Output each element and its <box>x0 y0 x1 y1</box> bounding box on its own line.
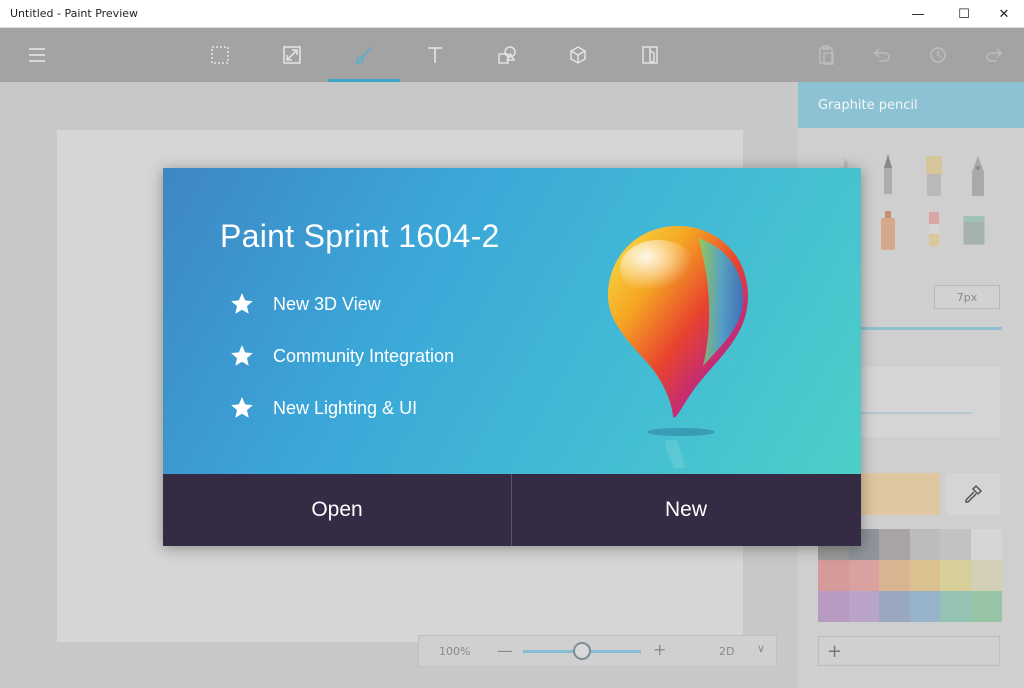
minimize-icon: — <box>911 6 925 22</box>
palette-swatch[interactable] <box>970 560 1002 591</box>
palette-swatch[interactable] <box>940 591 971 622</box>
add-icon: + <box>827 641 843 662</box>
brush-size-value: 7px <box>956 290 978 304</box>
feature-item: New Lighting & UI <box>229 394 417 422</box>
zoom-in-button[interactable]: + <box>653 640 666 659</box>
zoom-value: 100% <box>439 645 471 658</box>
title-bar: Untitled - Paint Preview — ☐ ✕ <box>0 0 1024 28</box>
crayon-brush-icon[interactable] <box>922 208 946 252</box>
add-color-button[interactable]: + <box>818 636 1000 666</box>
new-button[interactable]: New <box>512 474 860 546</box>
panel-title: Graphite pencil <box>818 98 918 113</box>
feature-item: New 3D View <box>229 290 381 318</box>
star-icon <box>231 397 253 418</box>
minimize-button[interactable]: — <box>895 0 941 28</box>
paint-logo-icon <box>608 226 748 468</box>
select-icon <box>211 46 229 64</box>
panel-header: Graphite pencil <box>798 82 1024 128</box>
star-icon <box>231 293 253 314</box>
brush-tool-button[interactable] <box>328 28 400 82</box>
3d-cube-icon <box>570 46 586 64</box>
undo-icon <box>873 48 890 62</box>
palette-swatch[interactable] <box>940 529 971 560</box>
feature-item: Community Integration <box>229 342 454 370</box>
view-mode-label[interactable]: 2D <box>719 645 734 658</box>
sticker-icon <box>642 46 658 64</box>
brush-icon <box>356 46 373 64</box>
pen-brush-icon[interactable] <box>966 154 990 198</box>
history-icon <box>930 47 946 63</box>
palette-swatch[interactable] <box>818 591 849 622</box>
star-icon <box>231 345 253 366</box>
pencil-brush-icon[interactable] <box>876 152 900 196</box>
eyedropper-button[interactable] <box>946 473 1000 515</box>
palette-swatch[interactable] <box>848 591 880 622</box>
dialog-title: Paint Sprint 1604-2 <box>220 218 500 254</box>
zoom-bar: 100% — + 2D ∨ <box>418 635 777 667</box>
fill-bucket-icon[interactable] <box>962 206 986 250</box>
palette-swatch[interactable] <box>909 529 941 560</box>
welcome-dialog: Paint Sprint 1604-2 New 3D View Communit… <box>163 168 861 546</box>
crop-icon <box>283 46 301 64</box>
brush-size-field[interactable]: 7px <box>934 285 1000 309</box>
feature-label: New 3D View <box>273 293 381 314</box>
shapes-icon <box>498 46 516 64</box>
close-icon: ✕ <box>998 6 1010 22</box>
zoom-out-button[interactable]: — <box>497 641 513 660</box>
palette-swatch[interactable] <box>879 591 910 622</box>
opacity-slider[interactable] <box>854 412 972 414</box>
palette-swatch[interactable] <box>879 529 910 560</box>
calligraphy-brush-icon[interactable] <box>922 154 946 198</box>
text-tool-button[interactable] <box>399 28 471 82</box>
text-icon <box>428 47 442 63</box>
menu-button[interactable] <box>1 28 73 82</box>
paste-icon <box>819 45 834 65</box>
palette-swatch[interactable] <box>940 560 971 591</box>
toolbar <box>0 28 1024 82</box>
eyedropper-icon <box>965 484 983 503</box>
sticker-tool-button[interactable] <box>614 28 686 82</box>
redo-icon <box>986 48 1003 62</box>
palette-swatch[interactable] <box>970 529 1002 560</box>
menu-icon <box>29 48 45 62</box>
dialog-hero: Paint Sprint 1604-2 New 3D View Communit… <box>163 168 861 474</box>
palette-swatch[interactable] <box>970 591 1002 622</box>
spray-can-icon[interactable] <box>876 208 900 252</box>
shapes-tool-button[interactable] <box>471 28 543 82</box>
feature-label: Community Integration <box>273 345 455 366</box>
close-button[interactable]: ✕ <box>981 0 1024 28</box>
palette-swatch[interactable] <box>848 560 880 591</box>
palette-swatch[interactable] <box>909 591 941 622</box>
redo-button[interactable] <box>958 28 1024 82</box>
window-title: Untitled - Paint Preview <box>10 7 139 20</box>
feature-label: New Lighting & UI <box>273 397 418 418</box>
open-button-label: Open <box>311 498 363 521</box>
palette-swatch[interactable] <box>879 560 910 591</box>
maximize-icon: ☐ <box>958 6 970 22</box>
size-slider[interactable] <box>858 327 1002 330</box>
palette-swatch[interactable] <box>909 560 941 591</box>
open-button[interactable]: Open <box>163 474 511 546</box>
zoom-slider-thumb[interactable] <box>573 642 591 660</box>
new-button-label: New <box>664 498 707 521</box>
chevron-down-icon[interactable]: ∨ <box>757 642 765 655</box>
3d-tool-button[interactable] <box>542 28 614 82</box>
crop-tool-button[interactable] <box>256 28 328 82</box>
dialog-actions: Open New <box>163 474 861 546</box>
palette-swatch[interactable] <box>818 560 849 591</box>
select-tool-button[interactable] <box>184 28 256 82</box>
